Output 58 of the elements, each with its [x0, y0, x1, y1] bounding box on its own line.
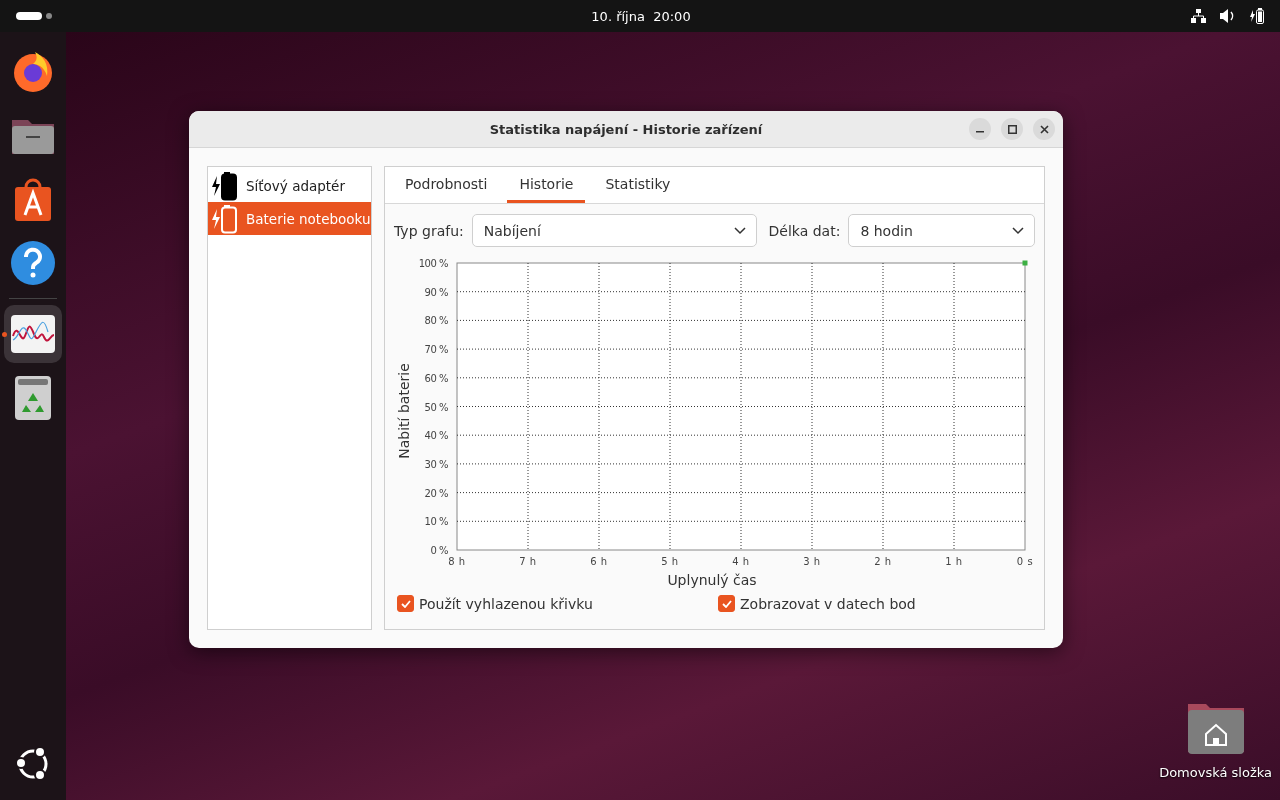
x-tick-label: 7 h: [519, 556, 537, 567]
y-axis-title: Nabití baterie: [396, 363, 412, 459]
y-tick-label: 0 %: [430, 545, 448, 556]
device-item[interactable]: Baterie notebooku: [208, 202, 371, 235]
data-point: [1022, 260, 1028, 266]
y-tick-label: 50 %: [424, 401, 448, 413]
y-tick-label: 80 %: [424, 315, 448, 327]
home-folder-icon[interactable]: [1186, 701, 1245, 755]
y-tick-label: 70 %: [424, 344, 448, 356]
x-tick-label: 1 h: [945, 556, 963, 567]
option-checkbox[interactable]: Použít vyhlazenou křivku: [397, 595, 718, 612]
x-tick-label: 2 h: [874, 556, 892, 567]
maximize-icon: [1007, 124, 1017, 134]
graph-icon[interactable]: [10, 314, 56, 354]
y-tick-label: 20 %: [424, 487, 448, 499]
x-tick-label: 4 h: [732, 556, 750, 567]
option-checkbox[interactable]: Zobrazovat v datech bod: [718, 595, 1018, 612]
data-length-dropdown[interactable]: 8 hodin: [848, 214, 1035, 247]
tab[interactable]: Statistiky: [593, 167, 683, 203]
y-tick-label: 30 %: [424, 458, 448, 470]
close-button[interactable]: [1033, 118, 1055, 140]
x-tick-label: 5 h: [661, 556, 679, 567]
chevron-icon: [733, 226, 746, 235]
desktop-icon-label[interactable]: Domovská složka: [1159, 765, 1272, 780]
tab[interactable]: Historie: [507, 167, 586, 203]
graph-type-label: Typ grafu:: [394, 222, 464, 239]
help-icon[interactable]: [10, 240, 56, 286]
y-tick-label: 100 %: [418, 258, 448, 269]
y-tick-label: 90 %: [424, 286, 448, 298]
volume-icon[interactable]: [1220, 9, 1236, 23]
running-indicator: [2, 332, 7, 337]
browser-icon[interactable]: [11, 49, 55, 93]
chevron-icon: [1012, 226, 1024, 235]
dock-item[interactable]: [4, 305, 62, 363]
maximize-button[interactable]: [1001, 118, 1023, 140]
x-axis-title: Uplynulý čas: [667, 572, 757, 588]
graph-type-dropdown[interactable]: Nabíjení: [471, 214, 757, 247]
minimize-button[interactable]: [969, 118, 991, 140]
workspace-indicator-icon[interactable]: [16, 12, 52, 20]
trash-icon[interactable]: [14, 375, 52, 421]
window-title: Statistika napájení - Historie zařízení: [489, 121, 763, 137]
battery-icon[interactable]: [1250, 8, 1266, 24]
shopping-bag-icon[interactable]: [14, 177, 52, 221]
check-icon: [400, 599, 411, 608]
x-tick-label: 0 s: [1016, 556, 1034, 567]
network-icon[interactable]: [1191, 9, 1206, 23]
data-length-label: Délka dat:: [768, 222, 841, 239]
device-item[interactable]: Síťový adaptér: [208, 169, 371, 202]
close-icon: [1039, 124, 1049, 134]
x-tick-label: 3 h: [803, 556, 821, 567]
y-tick-label: 10 %: [424, 516, 448, 528]
clock[interactable]: 10. října 20:00: [591, 8, 691, 24]
x-tick-label: 8 h: [448, 556, 466, 567]
tab[interactable]: Podrobnosti: [393, 167, 500, 203]
x-tick-label: 6 h: [590, 556, 608, 567]
y-tick-label: 60 %: [424, 372, 448, 384]
check-icon: [721, 599, 732, 608]
y-tick-label: 40 %: [424, 430, 448, 442]
